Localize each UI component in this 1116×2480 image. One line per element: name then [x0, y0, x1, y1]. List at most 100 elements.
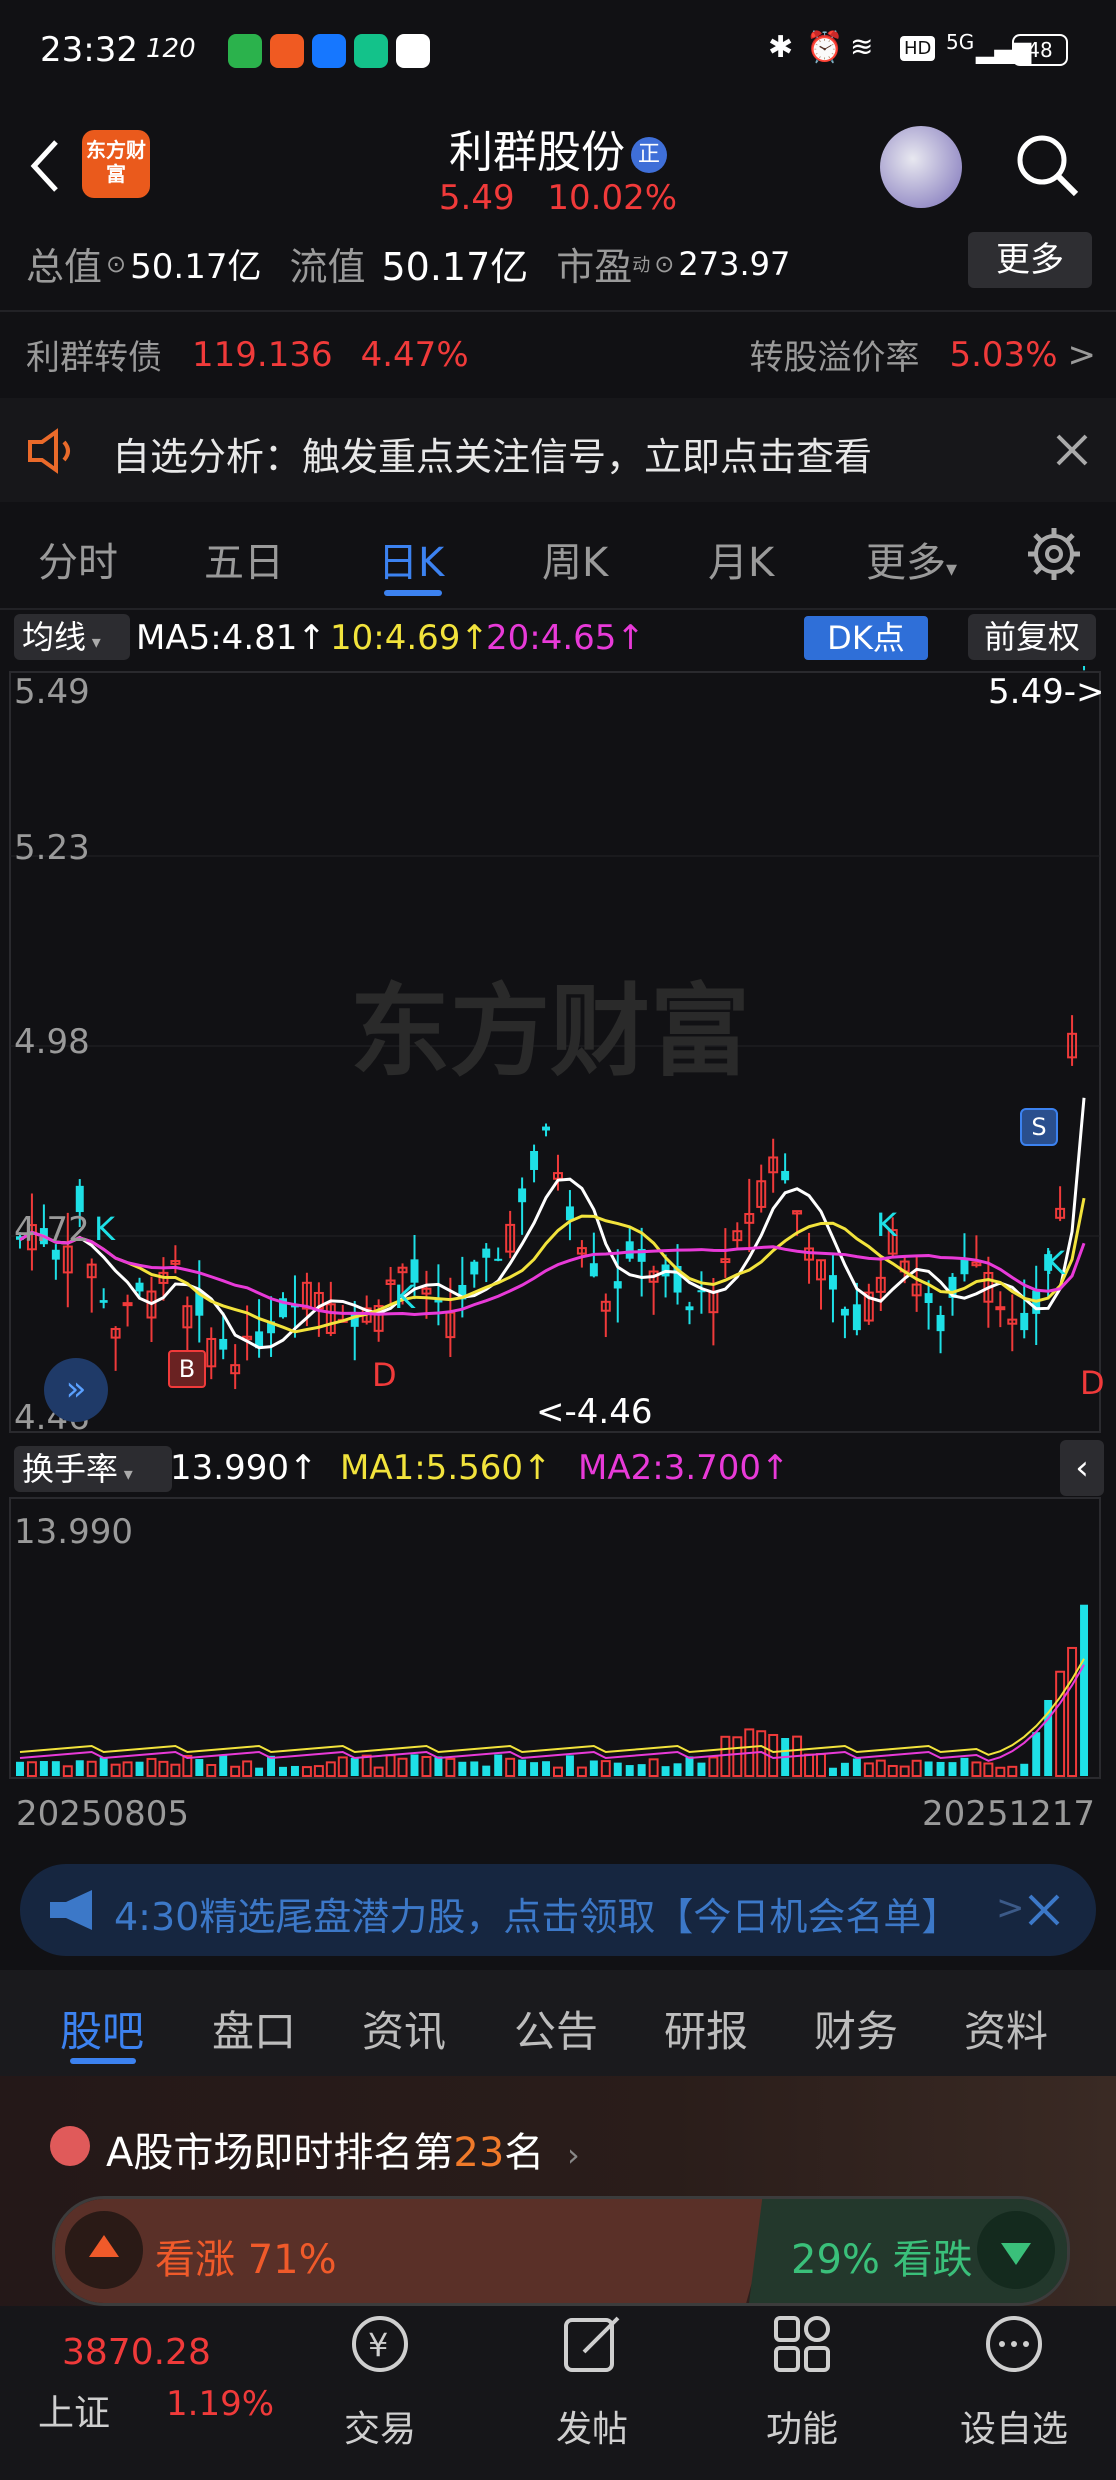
megaphone-icon [50, 1890, 92, 1930]
close-icon[interactable] [1026, 1892, 1062, 1928]
turnover-bar [86, 1760, 97, 1778]
tab-orderbook[interactable]: 盘口 [212, 1998, 296, 2059]
tab-more[interactable]: 更多▾ [866, 530, 957, 588]
index-name: 上证 [38, 2393, 111, 2434]
convertible-price: 119.136 [192, 334, 333, 375]
notice-bar[interactable]: 自选分析：触发重点关注信号，立即点击查看 [0, 398, 1116, 502]
turnover-bar [51, 1761, 60, 1776]
notice-text: 自选分析：触发重点关注信号，立即点击查看 [112, 435, 873, 479]
tab-financials[interactable]: 财务 [814, 1998, 898, 2059]
turnover-bar [445, 1757, 456, 1777]
convertible-row[interactable]: 利群转债 119.136 4.47% 转股溢价率 5.03% > [26, 330, 1096, 379]
candle-body [613, 1281, 622, 1289]
tab-news[interactable]: 资讯 [362, 1998, 446, 2059]
turnover-bar [1055, 1670, 1066, 1778]
turnover-ma-line [19, 1658, 1085, 1756]
ma-selector[interactable]: 均线 ▾ [14, 614, 130, 660]
turnover-bar [924, 1761, 933, 1776]
adjust-button[interactable]: 前复权 [968, 614, 1096, 660]
date-end: 20251217 [922, 1794, 1096, 1834]
trade-icon[interactable]: ¥ [346, 2310, 414, 2378]
tab-forum[interactable]: 股吧 [60, 1998, 144, 2059]
hd-icon: HD [900, 36, 936, 61]
index-value[interactable]: 3870.28 [62, 2332, 211, 2373]
vote-down-button[interactable] [975, 2209, 1057, 2291]
turnover-bar [242, 1760, 253, 1777]
tab-announcements[interactable]: 公告 [514, 1998, 598, 2059]
turnover-bar [673, 1763, 682, 1776]
tab-daily-k[interactable]: 日K [378, 530, 444, 588]
nav-post[interactable]: 发帖 [512, 2400, 672, 2452]
sell-signal-icon[interactable]: S [1020, 1108, 1058, 1146]
candle-body [852, 1304, 861, 1331]
more-stats-button[interactable]: 更多 [968, 232, 1092, 288]
search-icon[interactable] [1012, 130, 1082, 200]
candle-body [530, 1151, 539, 1170]
tab-intraday[interactable]: 分时 [38, 530, 118, 588]
tab-profile[interactable]: 资料 [964, 1998, 1048, 2059]
turnover-bar [62, 1765, 73, 1778]
add-watchlist-icon[interactable] [980, 2310, 1048, 2378]
d-marker: D [372, 1356, 397, 1394]
turnover-bar [482, 1765, 491, 1776]
expand-icon[interactable]: » [44, 1358, 108, 1422]
tab-five-day[interactable]: 五日 [204, 530, 284, 588]
turnover-bar [576, 1766, 587, 1778]
turnover-value: 13.990↑ [170, 1448, 318, 1488]
candle-body [960, 1258, 969, 1275]
dk-point-button[interactable]: DK点 [804, 616, 928, 660]
tab-monthly-k[interactable]: 月K [708, 530, 774, 588]
turnover-bar [600, 1760, 611, 1777]
turnover-selector[interactable]: 换手率 ▾ [14, 1446, 172, 1492]
robot-assistant-icon[interactable] [880, 126, 962, 208]
collapse-panel-icon[interactable]: ‹ [1060, 1440, 1104, 1496]
nav-trade[interactable]: 交易 [300, 2400, 460, 2452]
turnover-bar [852, 1758, 861, 1776]
turnover-bar [863, 1762, 874, 1777]
nav-add-watchlist[interactable]: 设自选 [934, 2400, 1094, 2452]
functions-icon[interactable] [768, 2310, 836, 2378]
active-tab-indicator [384, 590, 442, 596]
tab-weekly-k[interactable]: 周K [542, 530, 608, 588]
turnover-bar [301, 1766, 312, 1777]
turnover-bar [960, 1757, 969, 1776]
ma20-value: 20:4.65↑ [486, 618, 645, 658]
turnover-bar [16, 1761, 24, 1776]
turnover-bar [804, 1753, 815, 1778]
close-icon[interactable] [1054, 432, 1090, 468]
active-tab-indicator [70, 2058, 136, 2064]
battery-icon: 48 [1012, 34, 1068, 66]
svg-text:¥: ¥ [368, 2326, 388, 2364]
divider [0, 608, 1116, 610]
total-value: 50.17亿 [130, 247, 262, 287]
nav-functions[interactable]: 功能 [722, 2400, 882, 2452]
tab-research[interactable]: 研报 [664, 1998, 748, 2059]
pe-value: 273.97 [678, 244, 791, 283]
candle-body [828, 1275, 837, 1290]
post-icon[interactable] [558, 2310, 626, 2378]
positive-badge: 正 [631, 137, 667, 173]
ranking-text[interactable]: A股市场即时排名第23名 › [106, 2120, 580, 2178]
bull-label: 看涨 71% [155, 2237, 337, 2283]
candle-body [565, 1206, 574, 1221]
vote-up-button[interactable] [63, 2209, 145, 2291]
turnover-bar [122, 1761, 133, 1778]
turnover-bar [350, 1757, 359, 1776]
d-marker: D [1080, 1364, 1105, 1402]
turnover-bar [936, 1761, 945, 1776]
turnover-bar [637, 1764, 646, 1776]
kline-chart[interactable]: 东方财富 [0, 666, 1116, 1826]
turnover-bar [553, 1766, 563, 1777]
turnover-bar [1007, 1765, 1018, 1778]
buy-signal-icon[interactable]: B [168, 1350, 206, 1388]
turnover-bar [875, 1759, 886, 1778]
y-label: 4.72 [14, 1210, 90, 1250]
stock-price: 5.49 [438, 178, 515, 218]
turnover-bar [542, 1761, 550, 1776]
settings-icon[interactable] [1026, 526, 1082, 582]
candle-body [518, 1188, 527, 1203]
turnover-bar [828, 1767, 837, 1776]
promo-banner[interactable]: 4:30精选尾盘潜力股，点击领取【今日机会名单】 > [20, 1864, 1096, 1956]
turnover-bar [39, 1761, 48, 1776]
moving-average-lines [19, 1097, 1086, 1350]
